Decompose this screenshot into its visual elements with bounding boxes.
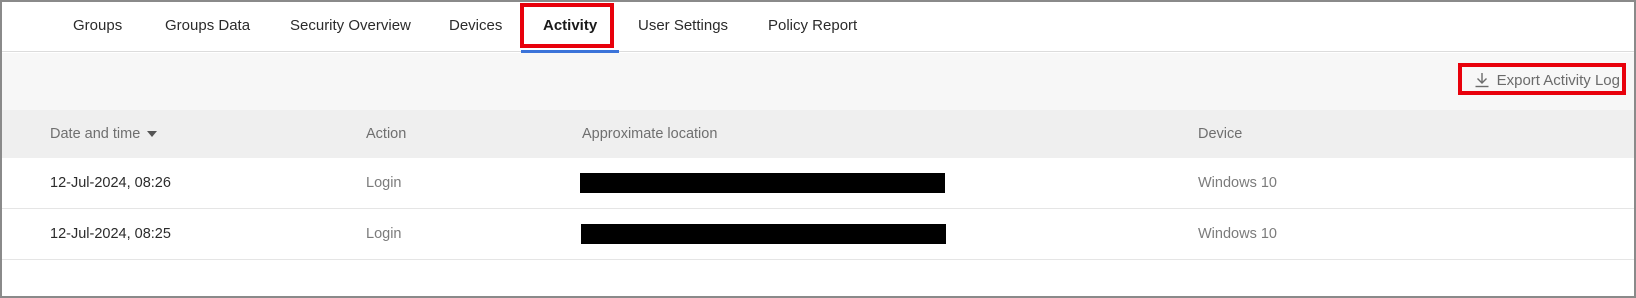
tab-groups[interactable]: Groups	[73, 2, 122, 52]
tab-devices[interactable]: Devices	[449, 2, 502, 52]
table-header: Date and time Action Approximate locatio…	[2, 110, 1634, 158]
cell-date: 12-Jul-2024, 08:25	[50, 226, 171, 242]
redacted-location	[581, 224, 946, 244]
tab-user-settings[interactable]: User Settings	[638, 2, 728, 52]
column-label: Device	[1198, 126, 1243, 142]
cell-date: 12-Jul-2024, 08:26	[50, 175, 171, 191]
cell-action: Login	[366, 226, 402, 242]
toolbar: Export Activity Log	[2, 53, 1634, 110]
column-header-location[interactable]: Approximate location	[582, 110, 717, 158]
tab-activity[interactable]: Activity	[520, 2, 620, 53]
column-label: Action	[366, 126, 407, 142]
sort-descending-icon	[147, 131, 158, 137]
activity-panel: Groups Groups Data Security Overview Dev…	[0, 0, 1636, 298]
cell-device: Windows 10	[1198, 226, 1277, 242]
table-row: 12-Jul-2024, 08:26 Login Windows 10	[2, 158, 1634, 209]
tab-security-overview[interactable]: Security Overview	[290, 2, 411, 52]
table-row: 12-Jul-2024, 08:25 Login Windows 10	[2, 209, 1634, 260]
export-activity-log-button[interactable]: Export Activity Log	[1473, 67, 1620, 93]
download-icon	[1475, 73, 1489, 88]
column-header-action[interactable]: Action	[366, 110, 406, 158]
tab-policy-report[interactable]: Policy Report	[768, 2, 857, 52]
export-label: Export Activity Log	[1496, 71, 1620, 89]
tab-bar: Groups Groups Data Security Overview Dev…	[2, 2, 1634, 53]
redacted-location	[580, 173, 945, 193]
cell-action: Login	[366, 175, 402, 191]
activity-table: Date and time Action Approximate locatio…	[2, 110, 1634, 260]
column-header-date[interactable]: Date and time	[50, 110, 158, 158]
column-label: Date and time	[50, 126, 141, 142]
column-header-device[interactable]: Device	[1198, 110, 1242, 158]
cell-device: Windows 10	[1198, 175, 1277, 191]
tab-groups-data[interactable]: Groups Data	[165, 2, 250, 52]
column-label: Approximate location	[582, 126, 718, 142]
